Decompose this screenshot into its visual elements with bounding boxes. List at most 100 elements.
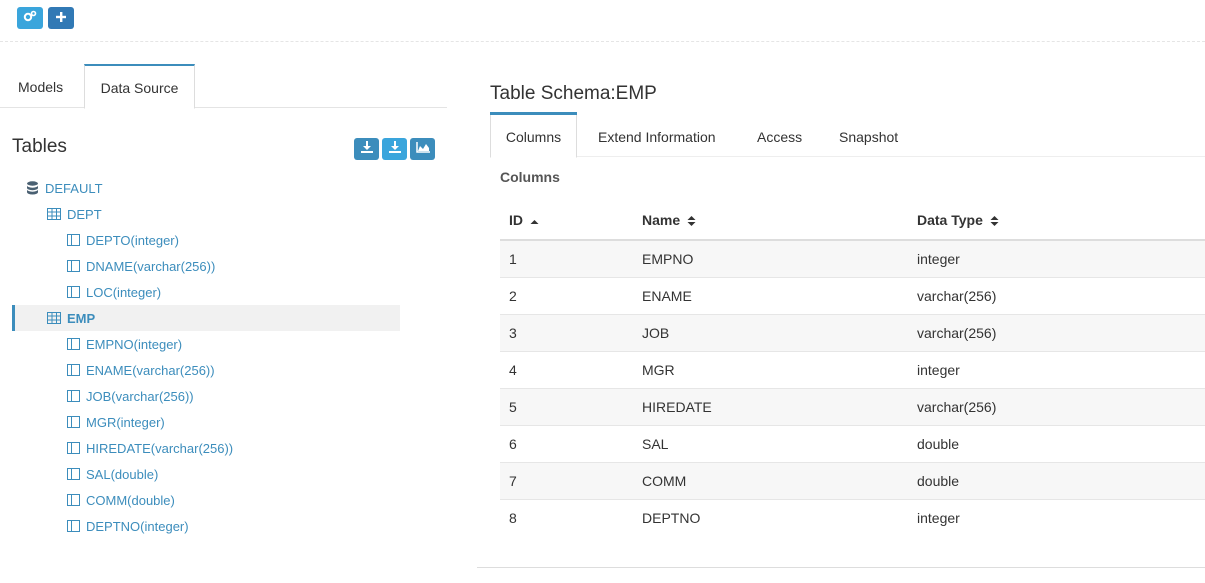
tab-extend-information[interactable]: Extend Information [598,115,716,157]
tree-label-table: EMP [67,310,96,326]
header-name[interactable]: Name [642,203,917,241]
tree-label-column: COMM(double) [86,492,175,508]
table-grid-icon [47,208,61,220]
tab-models[interactable]: Models [18,64,63,108]
tree-node-table[interactable]: DEPT [47,201,102,227]
cell-data-type: double [917,424,1205,462]
cell-name: HIREDATE [642,387,917,425]
tree-label-column: MGR(integer) [86,414,165,430]
cell-name: SAL [642,424,917,462]
tree-node-column[interactable]: ENAME(varchar(256)) [67,357,215,383]
table-row: 6 SAL double [500,424,1205,462]
table-row: 3 JOB varchar(256) [500,313,1205,351]
cell-name: EMPNO [642,239,917,277]
header-data-type[interactable]: Data Type [917,203,1205,241]
import-tables-button[interactable] [354,138,379,160]
header-id[interactable]: ID [500,203,642,241]
sort-icon [990,214,999,230]
tree-label-column: DEPTO(integer) [86,232,179,248]
left-tab-bar: Models Data Source [0,64,447,109]
column-icon [67,338,80,350]
column-icon [67,286,80,298]
tab-access[interactable]: Access [757,115,802,157]
cell-name: JOB [642,313,917,351]
cell-id: 8 [500,498,642,536]
header-label: Data Type [917,212,983,229]
tree-node-column[interactable]: MGR(integer) [67,409,165,435]
tab-columns[interactable]: Columns [490,115,577,158]
download-icon [360,140,373,158]
tree-node-column[interactable]: DEPTNO(integer) [67,513,189,539]
cell-data-type: varchar(256) [917,276,1205,314]
tree-node-column[interactable]: JOB(varchar(256)) [67,383,194,409]
column-icon [67,260,80,272]
cell-id: 4 [500,350,642,388]
tree-label-column: EMPNO(integer) [86,336,183,352]
table-header-row: ID Name Data Type [500,203,1205,241]
header-label: Name [642,212,681,229]
cell-name: ENAME [642,276,917,314]
table-grid-icon [47,312,61,324]
tree-label-table: DEPT [67,206,102,222]
column-icon [67,390,80,402]
tree-label-column: JOB(varchar(256)) [86,388,194,404]
chart-button[interactable] [410,138,435,160]
columns-table: ID Name Data Type 1 EMPNO integer 2 ENAM… [500,203,1205,536]
tree-node-column[interactable]: SAL(double) [67,461,158,487]
tree-label-column: SAL(double) [86,466,159,482]
cell-data-type: varchar(256) [917,313,1205,351]
tree-label-database: DEFAULT [45,180,103,196]
download-icon [388,140,401,158]
cell-id: 5 [500,387,642,425]
cell-data-type: varchar(256) [917,387,1205,425]
tree-node-table-selected[interactable]: EMP [12,305,400,331]
column-icon [67,364,80,376]
tree-label-column: LOC(integer) [86,284,162,300]
sort-asc-icon [530,214,539,230]
tree-node-column[interactable]: HIREDATE(varchar(256)) [67,435,233,461]
table-row: 4 MGR integer [500,350,1205,388]
tree-node-column[interactable]: EMPNO(integer) [67,331,182,357]
settings-gear-icon [23,9,37,27]
tab-data-source[interactable]: Data Source [84,64,195,109]
cell-id: 2 [500,276,642,314]
cell-id: 3 [500,313,642,351]
add-button[interactable] [48,7,74,29]
column-icon [67,234,80,246]
tree-label-column: DNAME(varchar(256)) [86,258,216,274]
tree-label-column: ENAME(varchar(256)) [86,362,215,378]
settings-button[interactable] [17,7,43,29]
table-row: 7 COMM double [500,461,1205,499]
tab-snapshot[interactable]: Snapshot [839,115,898,157]
import-streaming-button[interactable] [382,138,407,160]
table-row: 5 HIREDATE varchar(256) [500,387,1205,425]
tree-node-column[interactable]: DEPTO(integer) [67,227,179,253]
tree-node-column[interactable]: DNAME(varchar(256)) [67,253,215,279]
cell-id: 7 [500,461,642,499]
cell-name: COMM [642,461,917,499]
tree-node-database[interactable]: DEFAULT [26,175,103,201]
database-icon [26,181,39,195]
tree-node-column[interactable]: COMM(double) [67,487,175,513]
schema-tab-bar: Columns Extend Information Access Snapsh… [490,115,1205,158]
cell-id: 6 [500,424,642,462]
schema-panel: Table Schema:EMP Columns Extend Informat… [477,42,1205,583]
tree-node-column[interactable]: LOC(integer) [67,279,161,305]
cell-name: MGR [642,350,917,388]
header-label: ID [509,212,523,229]
sort-icon [687,214,696,230]
cell-id: 1 [500,239,642,277]
column-icon [67,442,80,454]
column-icon [67,468,80,480]
table-row: 8 DEPTNO integer [500,498,1205,536]
cell-data-type: integer [917,350,1205,388]
tables-heading: Tables [12,136,67,157]
tree-label-column: HIREDATE(varchar(256)) [86,440,234,456]
column-icon [67,494,80,506]
column-icon [67,416,80,428]
top-toolbar [0,0,1205,42]
table-row: 1 EMPNO integer [500,239,1205,277]
cell-data-type: integer [917,239,1205,277]
left-panel: Models Data Source Tables DEFAULT DEPT D… [0,42,447,583]
tables-action-buttons [354,138,435,160]
